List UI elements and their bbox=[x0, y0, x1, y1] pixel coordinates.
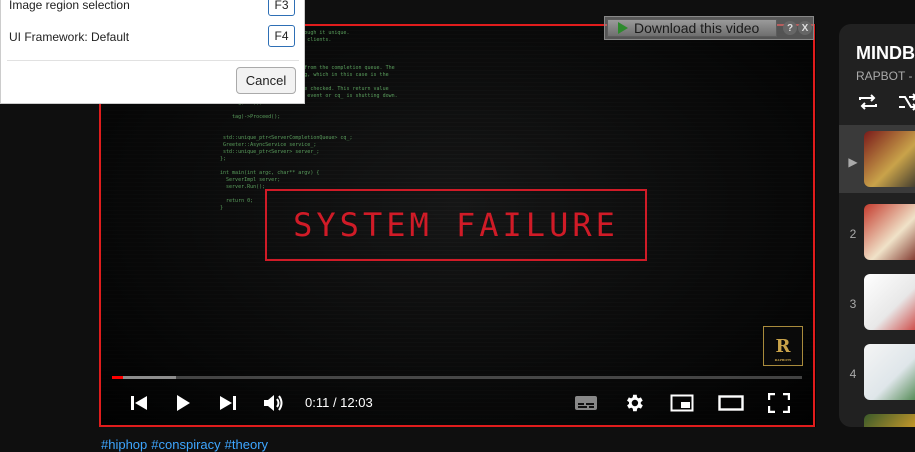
previous-button[interactable] bbox=[124, 390, 154, 416]
playlist-item[interactable]: 3 bbox=[839, 266, 915, 334]
next-icon bbox=[220, 396, 236, 410]
close-icon[interactable]: X bbox=[798, 21, 812, 35]
previous-icon bbox=[131, 396, 147, 410]
playlist-item-index: ▶ bbox=[848, 155, 858, 169]
cancel-button[interactable]: Cancel bbox=[236, 67, 296, 94]
download-video-button[interactable]: Download this video bbox=[607, 19, 777, 37]
play-icon bbox=[177, 395, 190, 411]
shortcut-key-f4[interactable]: F4 bbox=[268, 25, 295, 47]
system-failure-box: SYSTEM FAILURE bbox=[265, 189, 647, 261]
playlist-thumbnail bbox=[864, 344, 915, 400]
miniplayer-icon bbox=[670, 394, 694, 412]
dialog-row-label: Image region selection bbox=[9, 0, 130, 12]
playlist-thumbnail bbox=[864, 414, 915, 427]
hashtags: #hiphop #conspiracy #theory bbox=[101, 437, 272, 452]
dialog-row-label: UI Framework: Default bbox=[9, 30, 130, 44]
progress-bar[interactable] bbox=[112, 376, 802, 379]
settings-button[interactable] bbox=[619, 390, 649, 416]
fullscreen-icon bbox=[768, 393, 790, 413]
shortcut-dialog: Image region selection F3 UI Framework: … bbox=[0, 0, 305, 104]
logo-letter: R bbox=[775, 335, 791, 357]
playlist-panel: MINDB RAPBOT - 1 ▶ 2 3 4 bbox=[839, 24, 915, 427]
download-bar: Download this video ? X bbox=[604, 16, 814, 40]
download-arrow-icon bbox=[618, 22, 628, 34]
hashtag-link[interactable]: #theory bbox=[225, 437, 268, 452]
playlist-item-index: 2 bbox=[849, 227, 857, 241]
time-display: 0:11 / 12:03 bbox=[305, 395, 373, 410]
help-icon[interactable]: ? bbox=[783, 21, 797, 35]
shuffle-button[interactable] bbox=[897, 93, 915, 116]
theater-icon bbox=[718, 395, 744, 411]
subtitles-button[interactable] bbox=[571, 390, 601, 416]
playlist-item[interactable]: 4 bbox=[839, 336, 915, 404]
playlist-item-index: 3 bbox=[849, 297, 857, 311]
channel-watermark-logo[interactable]: R RAPBOTS bbox=[763, 326, 803, 366]
progress-played bbox=[112, 376, 124, 379]
shortcut-key-f3[interactable]: F3 bbox=[268, 0, 295, 16]
playlist-item[interactable]: 2 bbox=[839, 196, 915, 264]
theater-mode-button[interactable] bbox=[716, 390, 746, 416]
playlist-item[interactable]: ▶ bbox=[839, 125, 915, 193]
loop-button[interactable] bbox=[857, 93, 879, 116]
hashtag-link[interactable]: #hiphop bbox=[101, 437, 147, 452]
hashtag-link[interactable]: #conspiracy bbox=[151, 437, 220, 452]
gear-icon bbox=[627, 394, 643, 412]
playlist-thumbnail bbox=[864, 131, 915, 187]
download-label: Download this video bbox=[634, 20, 760, 36]
mute-button[interactable] bbox=[259, 390, 289, 416]
fullscreen-button[interactable] bbox=[764, 390, 794, 416]
playlist-subtitle[interactable]: RAPBOT - 1 bbox=[856, 69, 915, 83]
next-button[interactable] bbox=[213, 390, 243, 416]
playlist-item[interactable] bbox=[839, 406, 915, 427]
shuffle-icon bbox=[899, 93, 915, 111]
play-button[interactable] bbox=[168, 390, 198, 416]
playlist-thumbnail bbox=[864, 274, 915, 330]
playlist-thumbnail bbox=[864, 204, 915, 260]
loop-icon bbox=[859, 94, 877, 110]
logo-caption: RAPBOTS bbox=[774, 358, 792, 362]
playlist-item-index: 4 bbox=[849, 367, 857, 381]
playlist-title[interactable]: MINDB bbox=[856, 43, 915, 64]
subtitles-icon bbox=[575, 396, 597, 410]
volume-icon bbox=[264, 395, 283, 411]
system-failure-text: SYSTEM FAILURE bbox=[293, 206, 619, 244]
dialog-divider bbox=[7, 60, 299, 61]
miniplayer-button[interactable] bbox=[667, 390, 697, 416]
